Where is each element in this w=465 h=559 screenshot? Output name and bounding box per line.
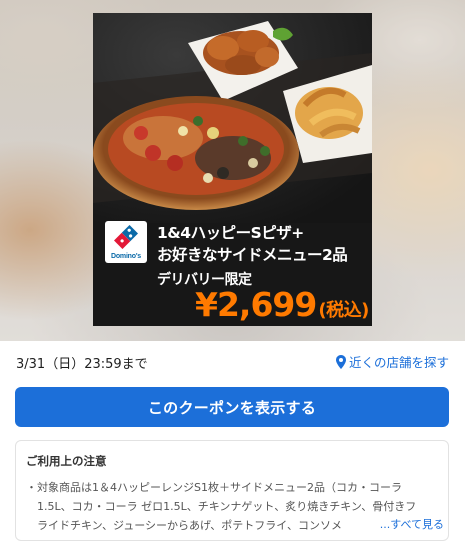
pizza-and-sides-photo	[93, 13, 372, 223]
ad-headline-2: お好きなサイドメニュー2品	[157, 246, 348, 264]
location-pin-icon	[335, 354, 346, 369]
coupon-deadline: 3/31（日）23:59まで	[16, 357, 148, 372]
usage-notes-line: ・対象商品は1＆4ハッピーレンジS1枚＋サイドメニュー2品（コカ・コーラ	[26, 481, 402, 494]
ad-price-block: ¥2,699 (税込)	[195, 285, 369, 324]
ad-headline-1: 1&4ハッピーSピザ+	[157, 224, 304, 242]
find-nearby-store-link[interactable]: 近くの店舗を探す	[335, 352, 449, 371]
show-all-link[interactable]: ...すべて見る	[343, 515, 444, 534]
ad-tax-label: (税込)	[318, 300, 369, 321]
coupon-info-row: 3/31（日）23:59まで 近くの店舗を探す	[0, 341, 465, 379]
logo-wordmark: Domino's	[110, 253, 141, 260]
usage-notes-title: ご利用上の注意	[26, 454, 107, 468]
dominos-logo: Domino's	[105, 221, 147, 263]
find-nearby-store-label: 近くの店舗を探す	[348, 355, 449, 370]
coupon-ad-image: Domino's 1&4ハッピーSピザ+ お好きなサイドメニュー2品 デリバリー…	[93, 13, 372, 326]
domino-tile-icon	[114, 225, 138, 249]
show-coupon-button[interactable]: このクーポンを表示する	[15, 387, 449, 427]
usage-notes-line: 1.5L、コカ・コーラ ゼロ1.5L、チキンナゲット、炙り焼きチキン、骨付きフ	[26, 500, 417, 513]
ad-price: ¥2,699	[195, 285, 317, 324]
usage-notes-box: ご利用上の注意 ・対象商品は1＆4ハッピーレンジS1枚＋サイドメニュー2品（コカ…	[15, 440, 449, 541]
